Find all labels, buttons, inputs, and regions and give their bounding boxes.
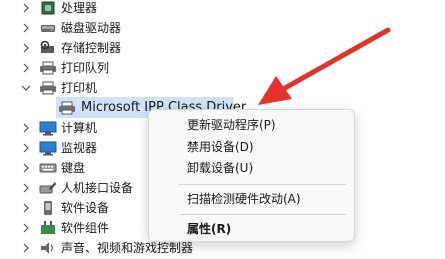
processor-icon xyxy=(39,0,57,16)
menu-item-uninstall-device[interactable]: 卸载设备(U) xyxy=(187,158,253,178)
software-component-icon xyxy=(39,220,57,236)
disk-drive-icon xyxy=(39,20,57,36)
menu-separator xyxy=(179,184,346,185)
tree-item-label: 软件组件 xyxy=(61,221,110,235)
tree-item-label: 人机接口设备 xyxy=(61,181,134,195)
tree-item-label: 打印队列 xyxy=(61,61,110,75)
print-queue-icon xyxy=(39,60,57,76)
menu-item-update-driver[interactable]: 更新驱动程序(P) xyxy=(187,115,276,135)
menu-item-scan-hardware-changes[interactable]: 扫描检测硬件改动(A) xyxy=(187,189,301,209)
tree-item-label: 监视器 xyxy=(61,141,98,155)
tree-item-label: 磁盘驱动器 xyxy=(61,21,122,35)
tree-item-monitors[interactable]: 监视器 xyxy=(0,138,140,158)
menu-item-disable-device[interactable]: 禁用设备(D) xyxy=(187,137,254,157)
tree-item-printers[interactable]: 打印机 xyxy=(0,78,300,98)
tree-item-disk-drives[interactable]: 磁盘驱动器 xyxy=(0,18,300,38)
chevron-right-icon[interactable] xyxy=(21,203,31,213)
monitor-icon xyxy=(39,140,57,156)
printer-icon xyxy=(39,80,57,96)
software-device-icon xyxy=(39,200,57,216)
chevron-right-icon[interactable] xyxy=(21,63,31,73)
keyboard-icon xyxy=(39,160,57,176)
chevron-right-icon[interactable] xyxy=(21,143,31,153)
menu-item-properties[interactable]: 属性(R) xyxy=(187,219,231,239)
chevron-right-icon[interactable] xyxy=(21,3,31,13)
chevron-right-icon[interactable] xyxy=(21,163,31,173)
chevron-right-icon[interactable] xyxy=(21,223,31,233)
tree-item-storage-controllers[interactable]: 存储控制器 xyxy=(0,38,300,58)
tree-item-label: 键盘 xyxy=(61,161,86,175)
chevron-right-icon[interactable] xyxy=(21,123,31,133)
tree-item-software-components[interactable]: 软件组件 xyxy=(0,218,140,238)
chevron-right-icon[interactable] xyxy=(21,23,31,33)
storage-controller-icon xyxy=(39,40,57,56)
printer-device-icon xyxy=(58,100,76,116)
chevron-right-icon[interactable] xyxy=(21,243,31,253)
computer-icon xyxy=(39,120,57,136)
hid-icon xyxy=(39,180,57,196)
sound-video-icon xyxy=(39,240,57,256)
chevron-right-icon[interactable] xyxy=(21,43,31,53)
tree-item-software-devices[interactable]: 软件设备 xyxy=(0,198,140,218)
tree-item-processors[interactable]: 处理器 xyxy=(0,0,300,18)
menu-separator xyxy=(179,214,346,215)
tree-item-label: 软件设备 xyxy=(61,201,110,215)
tree-item-label: 处理器 xyxy=(61,1,98,15)
tree-item-keyboards[interactable]: 键盘 xyxy=(0,158,140,178)
chevron-right-icon[interactable] xyxy=(21,183,31,193)
tree-item-hid[interactable]: 人机接口设备 xyxy=(0,178,140,198)
tree-item-print-queues[interactable]: 打印队列 xyxy=(0,58,300,78)
tree-item-label: 计算机 xyxy=(61,121,98,135)
tree-item-label: 打印机 xyxy=(61,81,98,95)
tree-item-computer[interactable]: 计算机 xyxy=(0,118,140,138)
chevron-down-icon[interactable] xyxy=(21,83,31,93)
tree-item-label: 存储控制器 xyxy=(61,41,122,55)
context-menu: 更新驱动程序(P) 禁用设备(D) 卸载设备(U) 扫描检测硬件改动(A) 属性… xyxy=(148,109,355,242)
